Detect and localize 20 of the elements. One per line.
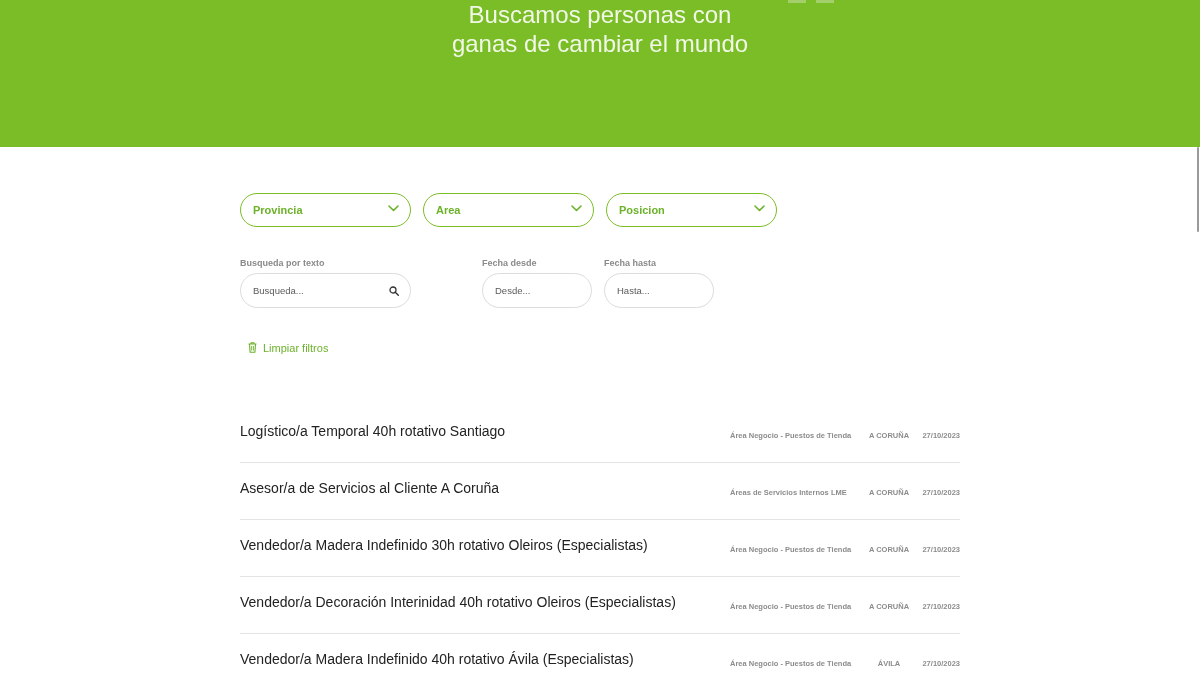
bar-icon <box>788 0 806 3</box>
field-label: Fecha desde <box>482 258 538 268</box>
chevron-down-icon <box>571 205 582 212</box>
job-title-link[interactable]: Vendedor/a Decoración Interinidad 40h rotativo Oleiros (Especialistas) <box>240 593 676 611</box>
scrollbar-thumb[interactable] <box>1197 147 1199 232</box>
chevron-down-icon <box>754 205 765 212</box>
job-title-link[interactable]: Logístico/a Temporal 40h rotativo Santiago <box>240 422 506 440</box>
job-title-link[interactable]: Vendedor/a Madera Indefinido 40h rotativo Ávila (Especialistas) <box>240 650 634 668</box>
job-title-link[interactable]: Vendedor/a Madera Indefinido 30h rotativo Oleiros (Especialistas) <box>240 536 648 554</box>
bar-icon <box>816 0 834 3</box>
date-field[interactable]: Desde... <box>482 273 592 308</box>
trash-icon <box>248 342 257 353</box>
field-label: Busqueda por texto <box>240 258 326 268</box>
field-label: Fecha hasta <box>604 258 658 268</box>
search-field[interactable]: Busqueda... <box>240 273 411 308</box>
chevron-down-icon <box>388 205 399 212</box>
date-field[interactable]: Hasta... <box>604 273 714 308</box>
search-icon[interactable] <box>389 286 399 296</box>
job-title-link[interactable]: Asesor/a de Servicios al Cliente A Coruña <box>240 479 500 497</box>
hero-heading: Buscamos personas con ganas de cambiar el mundo <box>450 0 750 58</box>
